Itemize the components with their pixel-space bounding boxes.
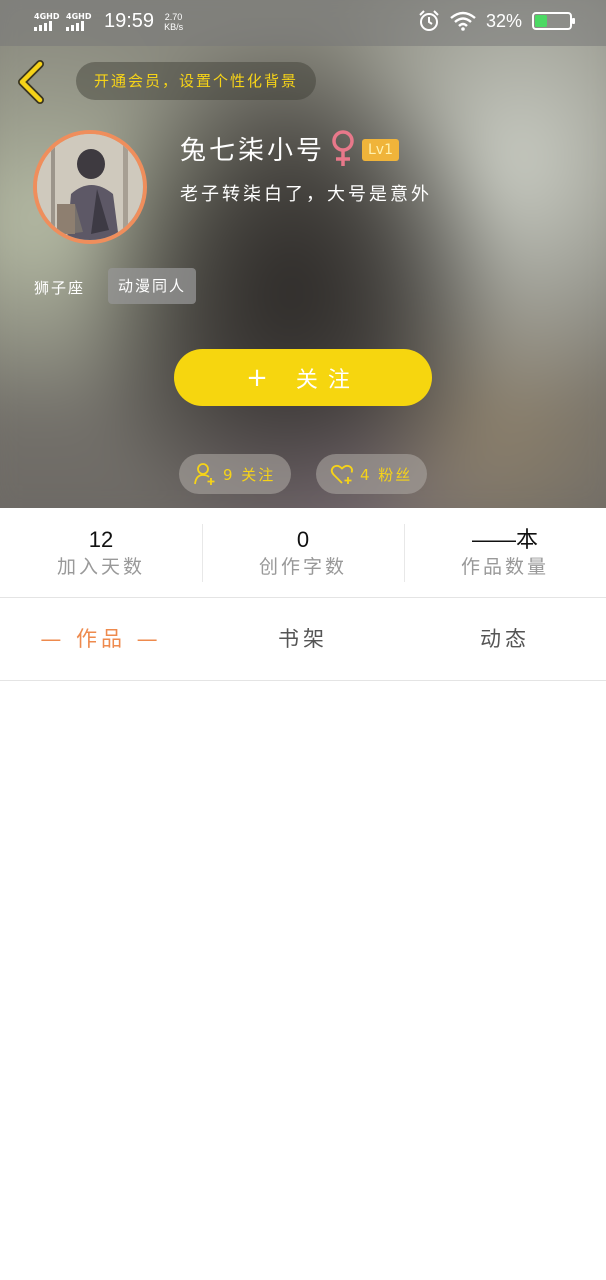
speed-unit: KB/s	[164, 21, 184, 32]
battery-icon	[532, 12, 575, 30]
stats-row: 12 加入天数 0 创作字数 ——本 作品数量	[0, 508, 606, 598]
battery-level	[535, 15, 547, 27]
fans-count: 4 粉丝	[360, 465, 413, 484]
bio-text: 老子转柒白了，大号是意外	[180, 184, 432, 205]
stat-label: 加入天数	[56, 556, 145, 578]
stat-label: 作品数量	[460, 556, 549, 578]
vip-background-button[interactable]: 开通会员，设置个性化背景	[76, 62, 317, 100]
level-badge: Lv1	[362, 139, 399, 161]
tab-content	[0, 682, 606, 1280]
network-speed: 2.70 KB/s	[164, 12, 183, 32]
avatar[interactable]	[33, 130, 147, 244]
tab-bookshelf[interactable]: 书架	[202, 599, 404, 680]
status-bar: 4GHD 4GHD 19:59 2.70 KB/s 32%	[0, 0, 606, 46]
battery-percent: 32%	[485, 10, 522, 31]
stat-join-days: 12 加入天数	[0, 508, 202, 597]
signal-icon: 4GHD	[34, 12, 62, 31]
signal-icon: 4GHD	[66, 12, 94, 31]
clock: 19:59	[104, 10, 155, 32]
stat-value: ——本	[471, 527, 538, 552]
sim1-label: 4GHD	[34, 12, 60, 21]
sim2-label: 4GHD	[66, 12, 92, 21]
following-button[interactable]: 9 关注	[179, 454, 291, 494]
interest-tag: 动漫同人	[108, 268, 197, 304]
plus-icon: +	[246, 362, 278, 393]
user-add-icon	[194, 463, 215, 485]
following-count: 9 关注	[223, 465, 276, 484]
stat-value: 12	[88, 527, 114, 552]
speed-value: 2.70	[164, 11, 183, 22]
stat-works-count: ——本 作品数量	[404, 508, 606, 597]
alarm-icon	[419, 10, 439, 31]
zodiac-label: 狮子座	[34, 279, 86, 297]
fans-button[interactable]: 4 粉丝	[316, 454, 427, 494]
follow-label: 关注	[295, 367, 360, 393]
tab-works[interactable]: — 作品 —	[0, 599, 202, 680]
avatar-image	[37, 134, 143, 240]
female-icon	[332, 130, 354, 166]
stat-label: 创作字数	[258, 556, 347, 578]
profile-tabs: — 作品 — 书架 动态	[0, 599, 606, 681]
stat-value: 0	[296, 527, 310, 552]
tab-activity[interactable]: 动态	[404, 599, 606, 680]
profile-header: 4GHD 4GHD 19:59 2.70 KB/s 32% 开通会员，设置个性化…	[0, 0, 606, 508]
stat-word-count: 0 创作字数	[202, 508, 404, 597]
wifi-icon	[450, 11, 476, 31]
heart-add-icon	[330, 464, 353, 484]
username: 兔七柒小号	[180, 136, 326, 166]
back-icon[interactable]	[14, 60, 48, 104]
follow-button[interactable]: + 关注	[174, 349, 432, 406]
